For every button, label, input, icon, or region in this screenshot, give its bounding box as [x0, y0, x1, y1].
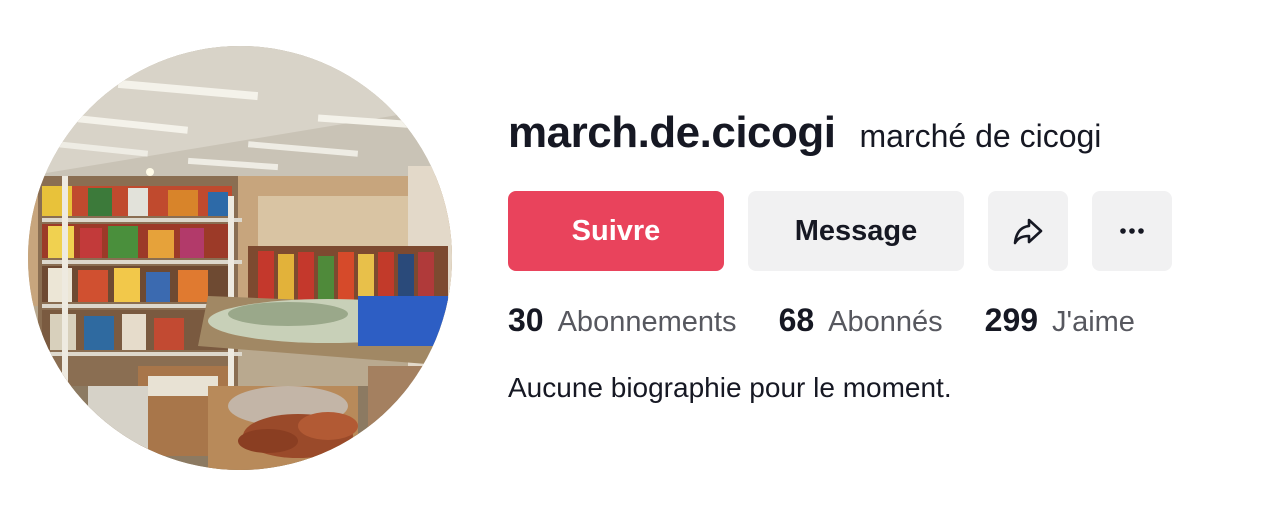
avatar[interactable]: [28, 46, 452, 470]
nickname: marché de cicogi: [859, 118, 1102, 154]
followers-stat[interactable]: 68 Abonnés: [779, 302, 943, 339]
following-count: 30: [508, 302, 544, 338]
share-arrow-icon: [1013, 218, 1043, 245]
following-stat[interactable]: 30 Abonnements: [508, 302, 737, 339]
followers-label: Abonnés: [828, 306, 943, 338]
profile-bio: Aucune biographie pour le moment.: [508, 372, 952, 403]
username: march.de.cicogi: [508, 108, 836, 157]
message-button[interactable]: Message: [748, 191, 964, 271]
following-label: Abonnements: [557, 306, 737, 338]
share-button[interactable]: [988, 191, 1068, 271]
likes-label: J'aime: [1052, 306, 1135, 338]
profile-info: march.de.cicogi marché de cicogi Suivre …: [508, 108, 1248, 403]
more-button[interactable]: [1092, 191, 1172, 271]
profile-names: march.de.cicogi marché de cicogi: [508, 108, 1248, 166]
profile-actions: Suivre Message: [508, 191, 1172, 271]
likes-count: 299: [984, 302, 1039, 338]
follow-button[interactable]: Suivre: [508, 191, 724, 271]
followers-count: 68: [778, 302, 815, 338]
avatar-image: [28, 46, 452, 470]
likes-stat: 299 J'aime: [985, 302, 1135, 339]
more-dots-icon: [1120, 228, 1144, 234]
profile-stats: 30 Abonnements 68 Abonnés 299 J'aime: [508, 302, 1135, 339]
